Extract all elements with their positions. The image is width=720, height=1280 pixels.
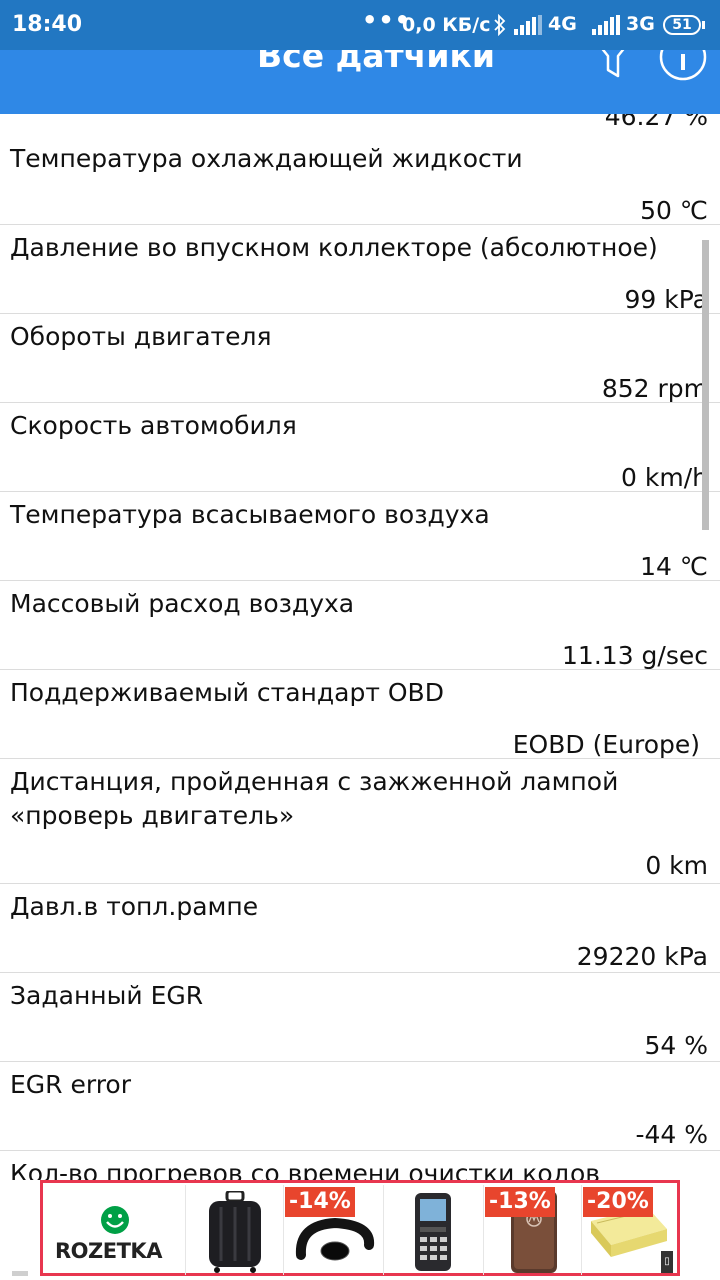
sensor-value: 29220 kPa <box>576 942 708 971</box>
ad-product-band[interactable]: -14% <box>285 1185 384 1275</box>
sensor-label: Давл.в топл.рампе <box>10 892 259 921</box>
ad-brand-tile[interactable]: ROZETKA <box>45 1185 186 1275</box>
battery-level: 51 <box>672 17 692 33</box>
suitcase-image <box>209 1191 261 1273</box>
sensor-value: EOBD (Europe) <box>512 730 700 759</box>
sensor-value: 11.13 g/sec <box>562 641 708 670</box>
fitness-band-image <box>295 1217 375 1261</box>
sensor-row[interactable]: Обороты двигателя 852 rpm <box>0 314 720 403</box>
sensor-row[interactable]: Заданный EGR 54 % <box>0 973 720 1062</box>
sensor-row[interactable]: Дистанция, пройденная с зажженной лампой… <box>0 759 720 884</box>
discount-badge: -20% <box>583 1187 653 1217</box>
ad-info-icon[interactable]: ▯ <box>661 1251 673 1273</box>
sensor-value: 852 rpm <box>601 374 708 403</box>
sensor-label: Температура охлаждающей жидкости <box>10 144 523 173</box>
sensor-label: Массовый расход воздуха <box>10 589 355 618</box>
sensor-row[interactable]: EGR error -44 % <box>0 1062 720 1151</box>
sensor-label: Заданный EGR <box>10 981 204 1010</box>
rozetka-smiley-icon <box>101 1206 129 1234</box>
discount-badge: -13% <box>485 1187 555 1217</box>
sensor-label: Давление во впускном коллекторе (абсолют… <box>10 233 658 262</box>
sensor-value: 0 km <box>645 851 708 880</box>
bluetooth-icon <box>494 14 506 36</box>
scrollbar[interactable] <box>702 240 709 530</box>
ad-banner[interactable]: ROZETKA -14% -13% -20% ▯ <box>0 1180 720 1280</box>
sensor-value: 50 ℃ <box>640 196 708 225</box>
sensor-row[interactable]: Скорость автомобиля 0 km/h <box>0 403 720 492</box>
sensor-label: Поддерживаемый стандарт OBD <box>10 678 444 707</box>
discount-badge: -14% <box>285 1187 355 1217</box>
ad-product-smartphone[interactable]: -13% <box>485 1185 582 1275</box>
sensor-value: 14 ℃ <box>640 552 708 581</box>
feature-phone-image <box>415 1193 451 1271</box>
signal-strength-icon <box>514 15 542 35</box>
sensor-value: 99 kPa <box>624 285 708 314</box>
sensor-value: 0 km/h <box>621 463 708 492</box>
battery-icon: 51 <box>663 15 701 35</box>
clock: 18:40 <box>12 12 83 37</box>
network-type-1: 4G <box>548 13 577 35</box>
status-bar: 18:40 ••• 0,0 КБ/с 4G 3G 51 <box>0 0 720 50</box>
battery-tip <box>702 21 705 29</box>
sensor-label: Скорость автомобиля <box>10 411 297 440</box>
sensor-label: EGR error <box>10 1070 132 1099</box>
sensor-label: Кол-во прогревов со времени очистки кодо… <box>10 1159 601 1180</box>
ad-frame[interactable]: ROZETKA -14% -13% -20% ▯ <box>40 1180 680 1276</box>
sensor-value: -44 % <box>635 1120 708 1149</box>
sensor-value: 54 % <box>644 1031 708 1060</box>
sensor-row[interactable]: Давление во впускном коллекторе (абсолют… <box>0 225 720 314</box>
ad-indicator <box>12 1271 28 1276</box>
sensor-row[interactable]: Давл.в топл.рампе 29220 kPa <box>0 884 720 973</box>
ad-product-suitcase[interactable] <box>187 1185 284 1275</box>
screen: 46.27 % Температура охлаждающей жидкости… <box>0 0 720 1280</box>
sensor-label: Температура всасываемого воздуха <box>10 500 490 529</box>
network-type-2: 3G <box>626 13 655 35</box>
network-speed: 0,0 КБ/с <box>402 14 491 36</box>
sensor-row[interactable]: Температура всасываемого воздуха 14 ℃ <box>0 492 720 581</box>
ad-product-phone[interactable] <box>385 1185 484 1275</box>
ad-brand-name: ROZETKA <box>55 1239 162 1263</box>
sensor-list[interactable]: 46.27 % Температура охлаждающей жидкости… <box>0 102 720 1180</box>
signal-strength-icon-2 <box>592 15 620 35</box>
sensor-row[interactable]: Температура охлаждающей жидкости 50 ℃ <box>0 136 720 225</box>
ad-product-mattress[interactable]: -20% ▯ <box>583 1185 675 1275</box>
sensor-row[interactable]: Поддерживаемый стандарт OBD EOBD (Europe… <box>0 670 720 759</box>
sensor-label: Обороты двигателя <box>10 322 272 351</box>
sensor-row[interactable]: Кол-во прогревов со времени очистки кодо… <box>0 1151 720 1180</box>
sensor-row[interactable]: Массовый расход воздуха 11.13 g/sec <box>0 581 720 670</box>
sensor-label: Дистанция, пройденная с зажженной лампой… <box>10 767 619 830</box>
